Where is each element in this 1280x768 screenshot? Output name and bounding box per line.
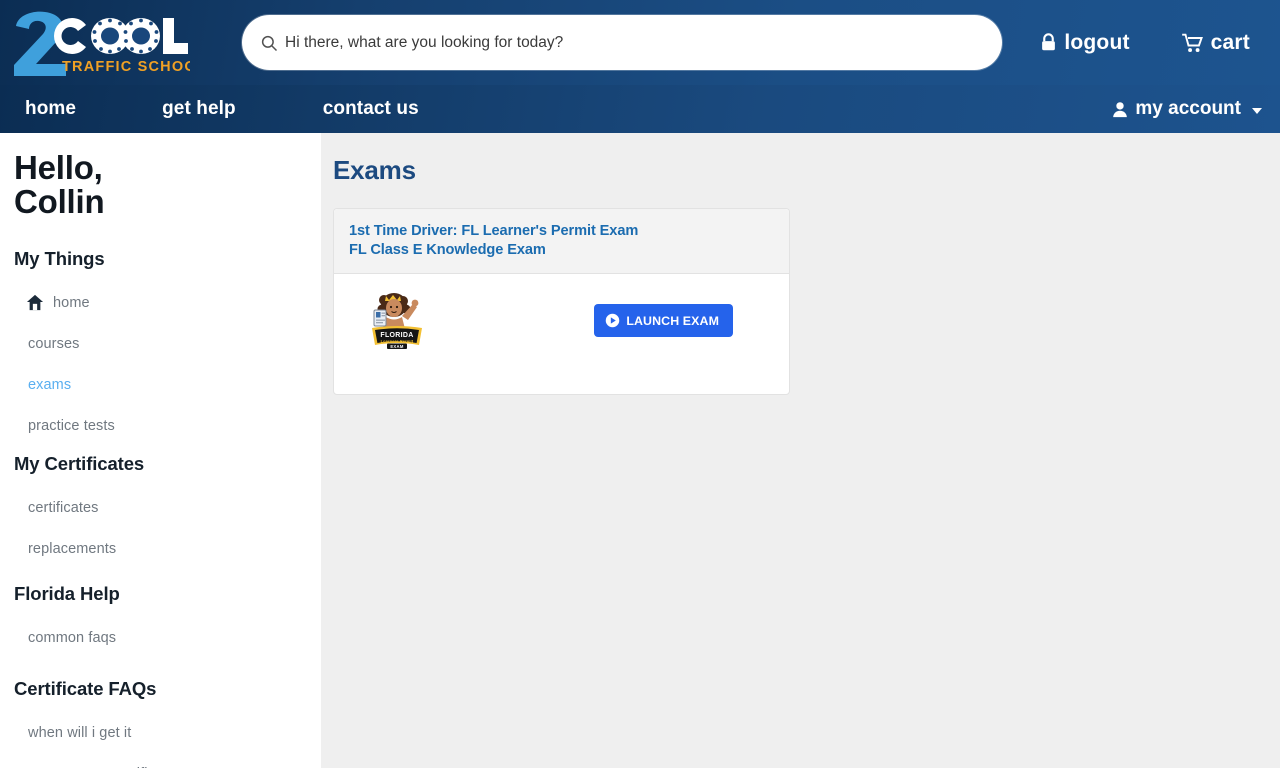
sidebar-item-home[interactable]: home	[0, 283, 321, 324]
sidebar-item-label: common faqs	[28, 630, 117, 647]
greeting: Hello, Collin	[0, 149, 321, 221]
sidebar-item-label: exams	[28, 377, 72, 394]
chevron-down-icon	[1252, 107, 1262, 114]
greeting-line-1: Hello,	[14, 149, 103, 186]
sidebar-item-label: home	[53, 295, 90, 312]
sidebar: Hello, Collin My Things home courses exa…	[0, 133, 321, 768]
launch-exam-label: LAUNCH EXAM	[626, 313, 719, 328]
launch-exam-button[interactable]: LAUNCH EXAM	[594, 304, 733, 338]
florida-learners-permit-exam-badge-icon: FLORIDA Learners Permit EXAM	[366, 290, 428, 352]
sidebar-item-request-new-certificate[interactable]: request new certificate	[0, 754, 321, 768]
main-navigation: home get help contact us my account	[0, 85, 1280, 133]
sidebar-item-label: certificates	[28, 500, 99, 517]
sidebar-item-certificates[interactable]: certificates	[0, 488, 321, 529]
exam-title-line-2: FL Class E Knowledge Exam	[349, 241, 546, 258]
lock-icon	[1042, 33, 1056, 51]
exam-card: 1st Time Driver: FL Learner's Permit Exa…	[333, 208, 790, 396]
logo-icon: TRAFFIC SCHOOL	[14, 11, 190, 76]
cart-link[interactable]: cart	[1181, 30, 1250, 55]
svg-text:TRAFFIC SCHOOL: TRAFFIC SCHOOL	[62, 59, 190, 75]
nav-item-get-help[interactable]: get help	[152, 98, 246, 120]
site-header: TRAFFIC SCHOOL logout cart	[0, 0, 1280, 85]
logout-label: logout	[1064, 30, 1130, 54]
my-account-menu[interactable]: my account	[1112, 98, 1280, 120]
shopping-cart-icon	[1181, 33, 1203, 52]
logout-link[interactable]: logout	[1040, 31, 1129, 55]
sidebar-section-florida-help: Florida Help	[14, 582, 120, 604]
sidebar-item-practice-tests[interactable]: practice tests	[0, 406, 321, 447]
svg-text:EXAM: EXAM	[390, 344, 404, 349]
play-circle-icon	[606, 314, 620, 328]
exam-card-actions: LAUNCH EXAM	[594, 290, 771, 338]
sidebar-item-exams[interactable]: exams	[0, 365, 321, 406]
search-bar[interactable]	[242, 15, 1002, 70]
sidebar-item-label: practice tests	[28, 418, 115, 435]
nav-item-home[interactable]: home	[15, 98, 86, 120]
sidebar-item-label: courses	[28, 336, 80, 353]
page-title: Exams	[333, 155, 416, 185]
sidebar-section-certificate-faqs: Certificate FAQs	[14, 677, 157, 699]
svg-text:Learners Permit: Learners Permit	[381, 339, 414, 344]
exam-card-header: 1st Time Driver: FL Learner's Permit Exa…	[334, 209, 789, 275]
search-input[interactable]	[285, 33, 984, 52]
main-content: Exams 1st Time Driver: FL Learner's Perm…	[321, 133, 1280, 768]
sidebar-item-courses[interactable]: courses	[0, 324, 321, 365]
sidebar-section-my-things: My Things	[14, 247, 105, 269]
nav-item-contact-us[interactable]: contact us	[313, 98, 429, 120]
exam-card-body: FLORIDA Learners Permit EXAM LAUNCH EXAM	[334, 274, 789, 394]
search-icon	[261, 35, 278, 51]
sidebar-item-label: when will i get it	[28, 725, 132, 742]
sidebar-section-my-certificates: My Certificates	[14, 452, 145, 474]
header-actions: logout cart	[1040, 31, 1280, 55]
exam-title-line-1: 1st Time Driver: FL Learner's Permit Exa…	[349, 223, 639, 239]
nav-links: home get help contact us	[0, 98, 429, 120]
house-icon	[26, 294, 44, 312]
sidebar-item-when-will-i-get-it[interactable]: when will i get it	[0, 713, 321, 754]
sidebar-item-common-faqs[interactable]: common faqs	[0, 618, 321, 659]
page-body: Hello, Collin My Things home courses exa…	[0, 133, 1280, 768]
user-icon	[1113, 101, 1128, 117]
greeting-line-2: Collin	[14, 183, 105, 221]
my-account-label: my account	[1135, 98, 1241, 119]
site-logo[interactable]: TRAFFIC SCHOOL	[0, 0, 230, 85]
sidebar-item-replacements[interactable]: replacements	[0, 529, 321, 570]
search-box[interactable]	[242, 15, 1002, 70]
sidebar-item-label: replacements	[28, 541, 117, 558]
cart-label: cart	[1210, 30, 1250, 54]
